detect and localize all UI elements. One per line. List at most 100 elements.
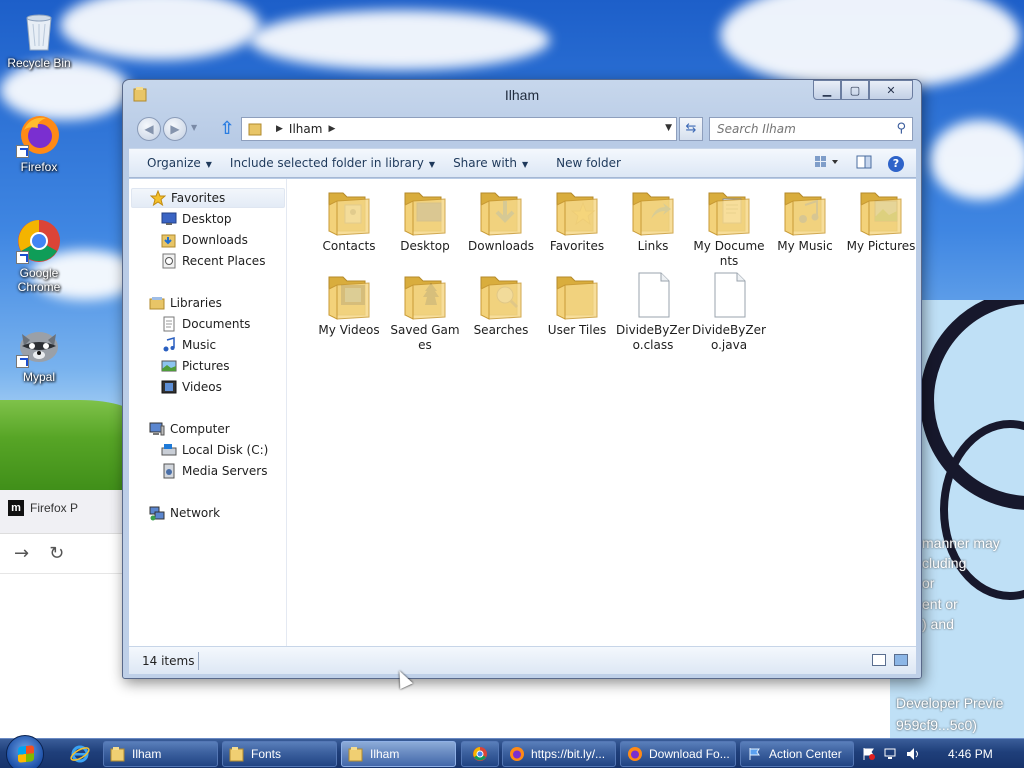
firefox-tab[interactable]: m Firefox P xyxy=(8,500,78,516)
details-view-icon[interactable] xyxy=(872,654,886,666)
minimize-button[interactable]: ▁ xyxy=(813,80,841,100)
nav-music[interactable]: Music xyxy=(161,335,216,355)
include-in-library-button[interactable]: Include selected folder in library ▼ xyxy=(230,156,435,170)
file-label: DivideByZero.java xyxy=(692,323,766,352)
file-item[interactable]: Desktop xyxy=(387,185,463,254)
file-item[interactable]: My Videos xyxy=(311,269,387,338)
large-icons-view-icon[interactable] xyxy=(894,654,908,666)
nav-documents[interactable]: Documents xyxy=(161,314,250,334)
file-label: My Music xyxy=(777,239,833,253)
file-item[interactable]: Favorites xyxy=(539,185,615,254)
nav-local-disk[interactable]: Local Disk (C:) xyxy=(161,440,268,460)
toolbar-right: ? xyxy=(814,155,904,172)
folder-icon xyxy=(401,269,449,321)
nav-media-servers[interactable]: Media Servers xyxy=(161,461,267,481)
address-dropdown-icon[interactable]: ▼ xyxy=(665,123,672,133)
drive-icon xyxy=(161,442,177,458)
file-label: My Documents xyxy=(693,239,765,268)
start-button[interactable] xyxy=(6,735,44,768)
forward-icon[interactable]: → xyxy=(14,543,29,564)
share-label: Share with xyxy=(453,156,517,170)
maximize-button[interactable]: ▢ xyxy=(841,80,869,100)
nav-pictures[interactable]: Pictures xyxy=(161,356,230,376)
document-icon xyxy=(705,269,753,321)
network-tray-icon[interactable] xyxy=(884,747,898,761)
recent-pages-chevron-icon[interactable]: ▼ xyxy=(191,123,197,132)
taskbar-button[interactable]: Ilham xyxy=(341,741,456,767)
cloud xyxy=(720,0,1020,90)
file-item[interactable]: Downloads xyxy=(463,185,539,254)
file-item[interactable]: My Pictures xyxy=(843,185,919,254)
taskbar-button[interactable]: Action Center xyxy=(740,741,854,767)
file-label: Saved Games xyxy=(390,323,460,352)
chevron-down-icon: ▼ xyxy=(521,160,529,169)
new-folder-button[interactable]: New folder xyxy=(556,156,621,170)
taskbar-button[interactable] xyxy=(461,741,499,767)
address-bar[interactable]: ▶ Ilham ▶ ▼ xyxy=(241,117,677,141)
desktop-icon-firefox[interactable]: Firefox xyxy=(1,112,77,174)
file-item[interactable]: My Music xyxy=(767,185,843,254)
libraries-icon xyxy=(149,295,165,311)
file-item[interactable]: Contacts xyxy=(311,185,387,254)
search-box[interactable]: ⚲ xyxy=(709,117,913,141)
up-arrow-icon[interactable]: ⇧ xyxy=(217,119,237,139)
organize-label: Organize xyxy=(147,156,201,170)
chevron-down-icon: ▼ xyxy=(428,160,436,169)
back-button[interactable]: ◀ xyxy=(137,117,161,141)
desktop-icon-mypal[interactable]: Mypal xyxy=(1,322,77,384)
breadcrumb-separator-icon[interactable]: ▶ xyxy=(276,124,283,134)
search-input[interactable] xyxy=(710,118,880,140)
taskbar-button[interactable]: https://bit.ly/... xyxy=(502,741,616,767)
breadcrumb-separator-icon[interactable]: ▶ xyxy=(328,124,335,134)
search-icon[interactable]: ⚲ xyxy=(896,121,906,136)
desktop-icon-label: Google Chrome xyxy=(17,266,61,294)
star-icon xyxy=(149,189,167,207)
action-center-flag-icon[interactable] xyxy=(862,747,876,761)
help-icon[interactable]: ? xyxy=(888,155,904,172)
nav-videos[interactable]: Videos xyxy=(161,377,222,397)
flag-icon xyxy=(747,746,763,762)
file-label: My Pictures xyxy=(846,239,916,253)
file-item[interactable]: User Tiles xyxy=(539,269,615,338)
forward-button[interactable]: ▶ xyxy=(163,117,187,141)
refresh-button[interactable]: ⇆ xyxy=(679,117,703,141)
explorer-window[interactable]: Ilham ▁ ▢ ✕ ◀ ▶ ▼ ⇧ ▶ Ilham ▶ ▼ ⇆ ⚲ Orga… xyxy=(122,79,922,679)
change-view-icon[interactable] xyxy=(814,155,840,172)
file-item[interactable]: DivideByZero.java xyxy=(691,269,767,353)
nav-desktop[interactable]: Desktop xyxy=(161,209,232,229)
taskbar-button-label: Fonts xyxy=(251,747,282,761)
close-button[interactable]: ✕ xyxy=(869,80,913,100)
volume-icon[interactable] xyxy=(906,747,920,761)
title-bar[interactable]: Ilham ▁ ▢ ✕ xyxy=(123,80,921,110)
nav-favorites[interactable]: Favorites xyxy=(131,188,285,208)
file-item[interactable]: My Documents xyxy=(691,185,767,269)
share-with-button[interactable]: Share with ▼ xyxy=(453,156,528,170)
organize-button[interactable]: Organize ▼ xyxy=(147,156,212,170)
nav-downloads[interactable]: Downloads xyxy=(161,230,248,250)
forward-arrow-icon: ▶ xyxy=(170,122,180,136)
nav-network[interactable]: Network xyxy=(149,503,220,523)
file-item[interactable]: Searches xyxy=(463,269,539,338)
file-item[interactable]: Links xyxy=(615,185,691,254)
taskbar-button[interactable]: Ilham xyxy=(103,741,218,767)
nav-label: Network xyxy=(170,506,221,520)
clock[interactable]: 4:46 PM xyxy=(948,747,993,761)
desktop-icon-recycle-bin[interactable]: Recycle Bin xyxy=(1,8,77,70)
file-item[interactable]: DivideByZero.class xyxy=(615,269,691,353)
file-item[interactable]: Saved Games xyxy=(387,269,463,353)
desktop-icon-chrome[interactable]: Google Chrome xyxy=(1,218,77,294)
taskbar-button[interactable]: Fonts xyxy=(222,741,337,767)
reload-icon[interactable]: ↻ xyxy=(49,543,64,564)
internet-explorer-icon[interactable] xyxy=(70,744,90,767)
file-label: Searches xyxy=(473,323,529,337)
taskbar-button-label: Download Fo... xyxy=(649,747,730,761)
preview-pane-icon[interactable] xyxy=(856,155,872,172)
network-icon xyxy=(149,505,165,521)
breadcrumb-ilham[interactable]: Ilham xyxy=(289,122,323,136)
nav-computer[interactable]: Computer xyxy=(149,419,230,439)
taskbar-button[interactable]: Download Fo... xyxy=(620,741,736,767)
nav-libraries[interactable]: Libraries xyxy=(149,293,222,313)
file-label: My Videos xyxy=(318,323,380,337)
nav-recent-places[interactable]: Recent Places xyxy=(161,251,265,271)
wallpaper-text: manner may xyxy=(922,535,1000,551)
